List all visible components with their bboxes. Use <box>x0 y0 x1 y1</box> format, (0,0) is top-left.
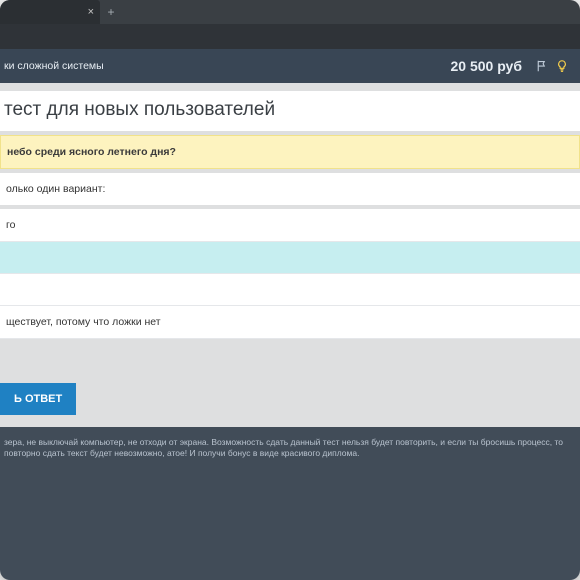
browser-toolbar <box>0 24 580 49</box>
new-tab-button[interactable]: + <box>100 0 122 24</box>
content-area: тест для новых пользователей небо среди … <box>0 83 580 580</box>
breadcrumb: ки сложной системы <box>0 60 450 72</box>
answer-option[interactable] <box>0 242 580 274</box>
balance-amount: 20 500 руб <box>450 58 522 74</box>
submit-row: Ь ОТВЕТ <box>0 377 580 427</box>
answer-option[interactable]: го <box>0 209 580 242</box>
app-header: ки сложной системы 20 500 руб <box>0 49 580 83</box>
page-title: тест для новых пользователей <box>0 91 580 131</box>
submit-button[interactable]: Ь ОТВЕТ <box>0 383 76 415</box>
flag-icon[interactable] <box>532 56 552 76</box>
spacer <box>0 339 580 377</box>
footer-note: зера, не выключай компьютер, не отходи о… <box>0 427 580 580</box>
browser-tabstrip: × + <box>0 0 580 24</box>
answer-list: го ществует, потому что ложки нет <box>0 209 580 339</box>
answer-option[interactable]: ществует, потому что ложки нет <box>0 306 580 339</box>
browser-tab[interactable]: × <box>0 0 100 24</box>
window: × + ки сложной системы 20 500 руб тест д… <box>0 0 580 580</box>
close-icon[interactable]: × <box>88 6 94 18</box>
question-banner: небо среди ясного летнего дня? <box>0 135 580 169</box>
answer-prompt: олько один вариант: <box>0 173 580 205</box>
lightbulb-icon[interactable] <box>552 56 572 76</box>
answer-option[interactable] <box>0 274 580 306</box>
